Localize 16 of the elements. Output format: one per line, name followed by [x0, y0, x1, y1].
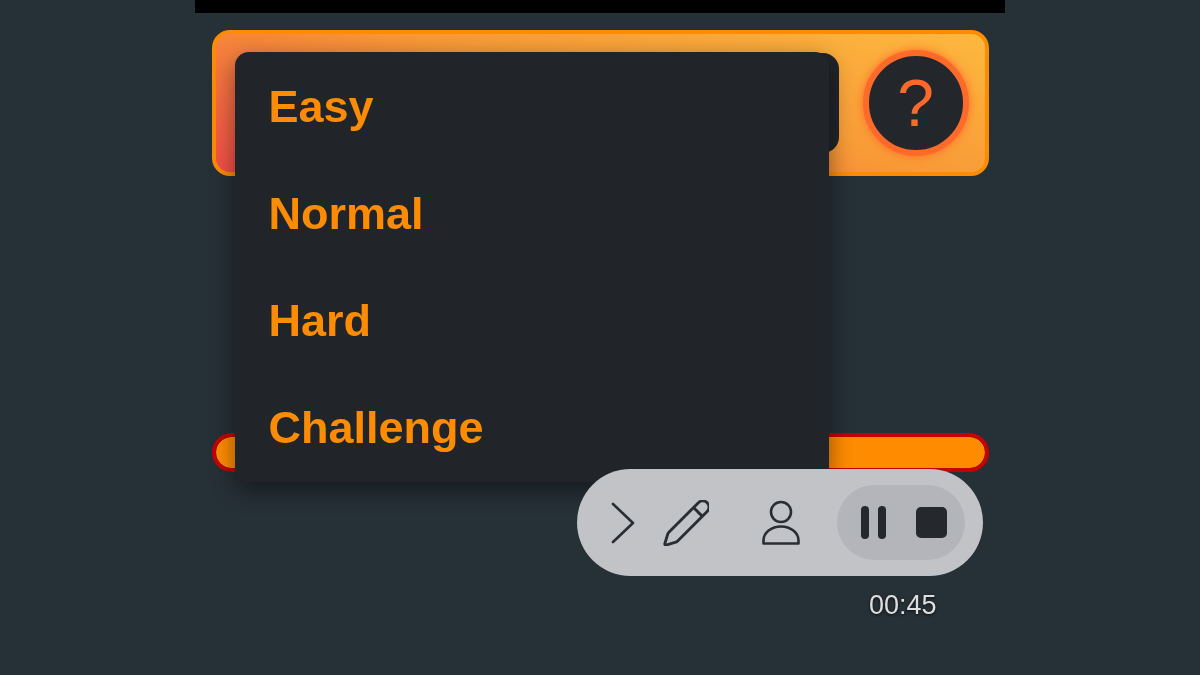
stop-icon [915, 507, 947, 538]
edit-button[interactable] [662, 499, 709, 546]
pause-button[interactable] [860, 506, 886, 539]
person-icon [760, 499, 801, 546]
pause-icon [860, 506, 886, 539]
menu-item[interactable]: Challenge [268, 405, 484, 450]
stop-button[interactable] [915, 507, 947, 538]
menu-item[interactable]: Easy [268, 84, 374, 129]
next-button[interactable] [610, 501, 635, 544]
help-button[interactable]: ? [862, 50, 969, 156]
timer-text: 00:45 [868, 592, 937, 619]
profile-button[interactable] [760, 499, 801, 546]
pencil-icon [662, 499, 709, 546]
menu-item[interactable]: Hard [268, 298, 372, 343]
chevron-right-icon [610, 501, 635, 544]
menu-item[interactable]: Normal [268, 191, 424, 236]
